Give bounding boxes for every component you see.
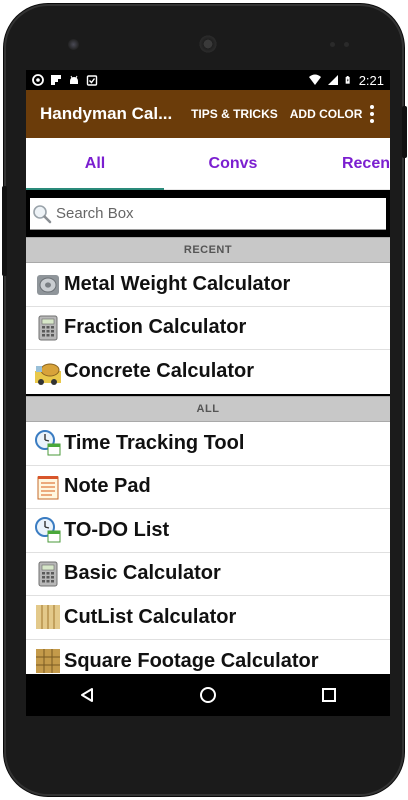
clipboard-check-icon bbox=[86, 75, 98, 86]
list-item[interactable]: Time Tracking Tool bbox=[26, 422, 390, 466]
list-item-label: CutList Calculator bbox=[64, 605, 237, 628]
navigation-bar bbox=[26, 674, 390, 716]
list-item-label: Basic Calculator bbox=[64, 562, 221, 585]
app-title: Handyman Cal... bbox=[40, 104, 173, 123]
list-item-label: Concrete Calculator bbox=[64, 360, 255, 383]
signal-icon bbox=[327, 75, 338, 85]
tab-bar: All Convs Recen bbox=[26, 138, 390, 190]
list-item[interactable]: CutList Calculator bbox=[26, 596, 390, 640]
tab-recent[interactable]: Recen bbox=[302, 138, 390, 189]
calculator-icon bbox=[38, 315, 58, 341]
search-icon bbox=[33, 204, 52, 223]
floor-tiles-icon bbox=[36, 649, 60, 674]
chrome-icon bbox=[32, 74, 44, 86]
clock-calendar-icon bbox=[35, 430, 61, 456]
android-icon bbox=[70, 75, 78, 84]
app-bar: Handyman Cal... TIPS & TRICKS ADD COLOR bbox=[26, 90, 390, 138]
list-item[interactable]: TO-DO List bbox=[26, 509, 390, 553]
back-icon[interactable] bbox=[67, 679, 107, 711]
search-bar bbox=[30, 198, 386, 230]
add-color-button[interactable]: ADD COLOR bbox=[290, 107, 363, 121]
volume-button bbox=[2, 186, 7, 276]
list-item[interactable]: Fraction Calculator bbox=[26, 306, 390, 350]
recent-list: Metal Weight Calculator Fraction Calcula… bbox=[26, 263, 390, 394]
wifi-icon bbox=[308, 74, 321, 85]
clock-calendar-icon bbox=[35, 517, 61, 543]
proximity-sensor bbox=[330, 42, 335, 47]
concrete-mixer-icon bbox=[35, 363, 61, 385]
list-item-label: Note Pad bbox=[64, 475, 151, 498]
section-header-all: ALL bbox=[26, 396, 390, 422]
tab-convs[interactable]: Convs bbox=[164, 138, 302, 189]
recents-icon[interactable] bbox=[309, 679, 349, 711]
status-time: 2:21 bbox=[358, 72, 384, 88]
list-item-label: Time Tracking Tool bbox=[64, 431, 245, 454]
front-camera bbox=[68, 39, 79, 50]
list-item-label: Square Footage Calculator bbox=[64, 649, 319, 672]
power-button bbox=[402, 106, 407, 158]
wood-planks-icon bbox=[36, 605, 60, 630]
search-input[interactable] bbox=[56, 205, 356, 222]
list-item-label: Metal Weight Calculator bbox=[64, 272, 291, 295]
list-item-label: TO-DO List bbox=[64, 518, 170, 541]
flipboard-icon bbox=[51, 75, 61, 85]
battery-charging-icon bbox=[345, 76, 350, 84]
earpiece-speaker bbox=[198, 34, 218, 54]
tab-all[interactable]: All bbox=[26, 138, 164, 190]
overflow-menu-icon[interactable] bbox=[362, 100, 382, 128]
light-sensor bbox=[344, 42, 349, 47]
list-item[interactable]: Basic Calculator bbox=[26, 552, 390, 596]
list-item-label: Fraction Calculator bbox=[64, 316, 247, 339]
status-bar: 2:21 bbox=[26, 70, 390, 90]
list-item[interactable]: Concrete Calculator bbox=[26, 350, 390, 394]
calculator-icon bbox=[38, 561, 58, 587]
device-screen: 2:21 Handyman Cal... TIPS & TRICKS ADD C… bbox=[26, 70, 390, 716]
all-list: Time Tracking Tool Note Pad TO-DO List B… bbox=[26, 422, 390, 683]
section-header-recent: RECENT bbox=[26, 237, 390, 263]
home-icon[interactable] bbox=[188, 679, 228, 711]
phone-frame: 2:21 Handyman Cal... TIPS & TRICKS ADD C… bbox=[2, 4, 407, 796]
list-item[interactable]: Metal Weight Calculator bbox=[26, 263, 390, 307]
notepad-icon bbox=[37, 475, 59, 500]
metal-roll-icon bbox=[37, 275, 59, 296]
tips-and-tricks-button[interactable]: TIPS & TRICKS bbox=[191, 107, 278, 121]
list-item[interactable]: Note Pad bbox=[26, 465, 390, 509]
